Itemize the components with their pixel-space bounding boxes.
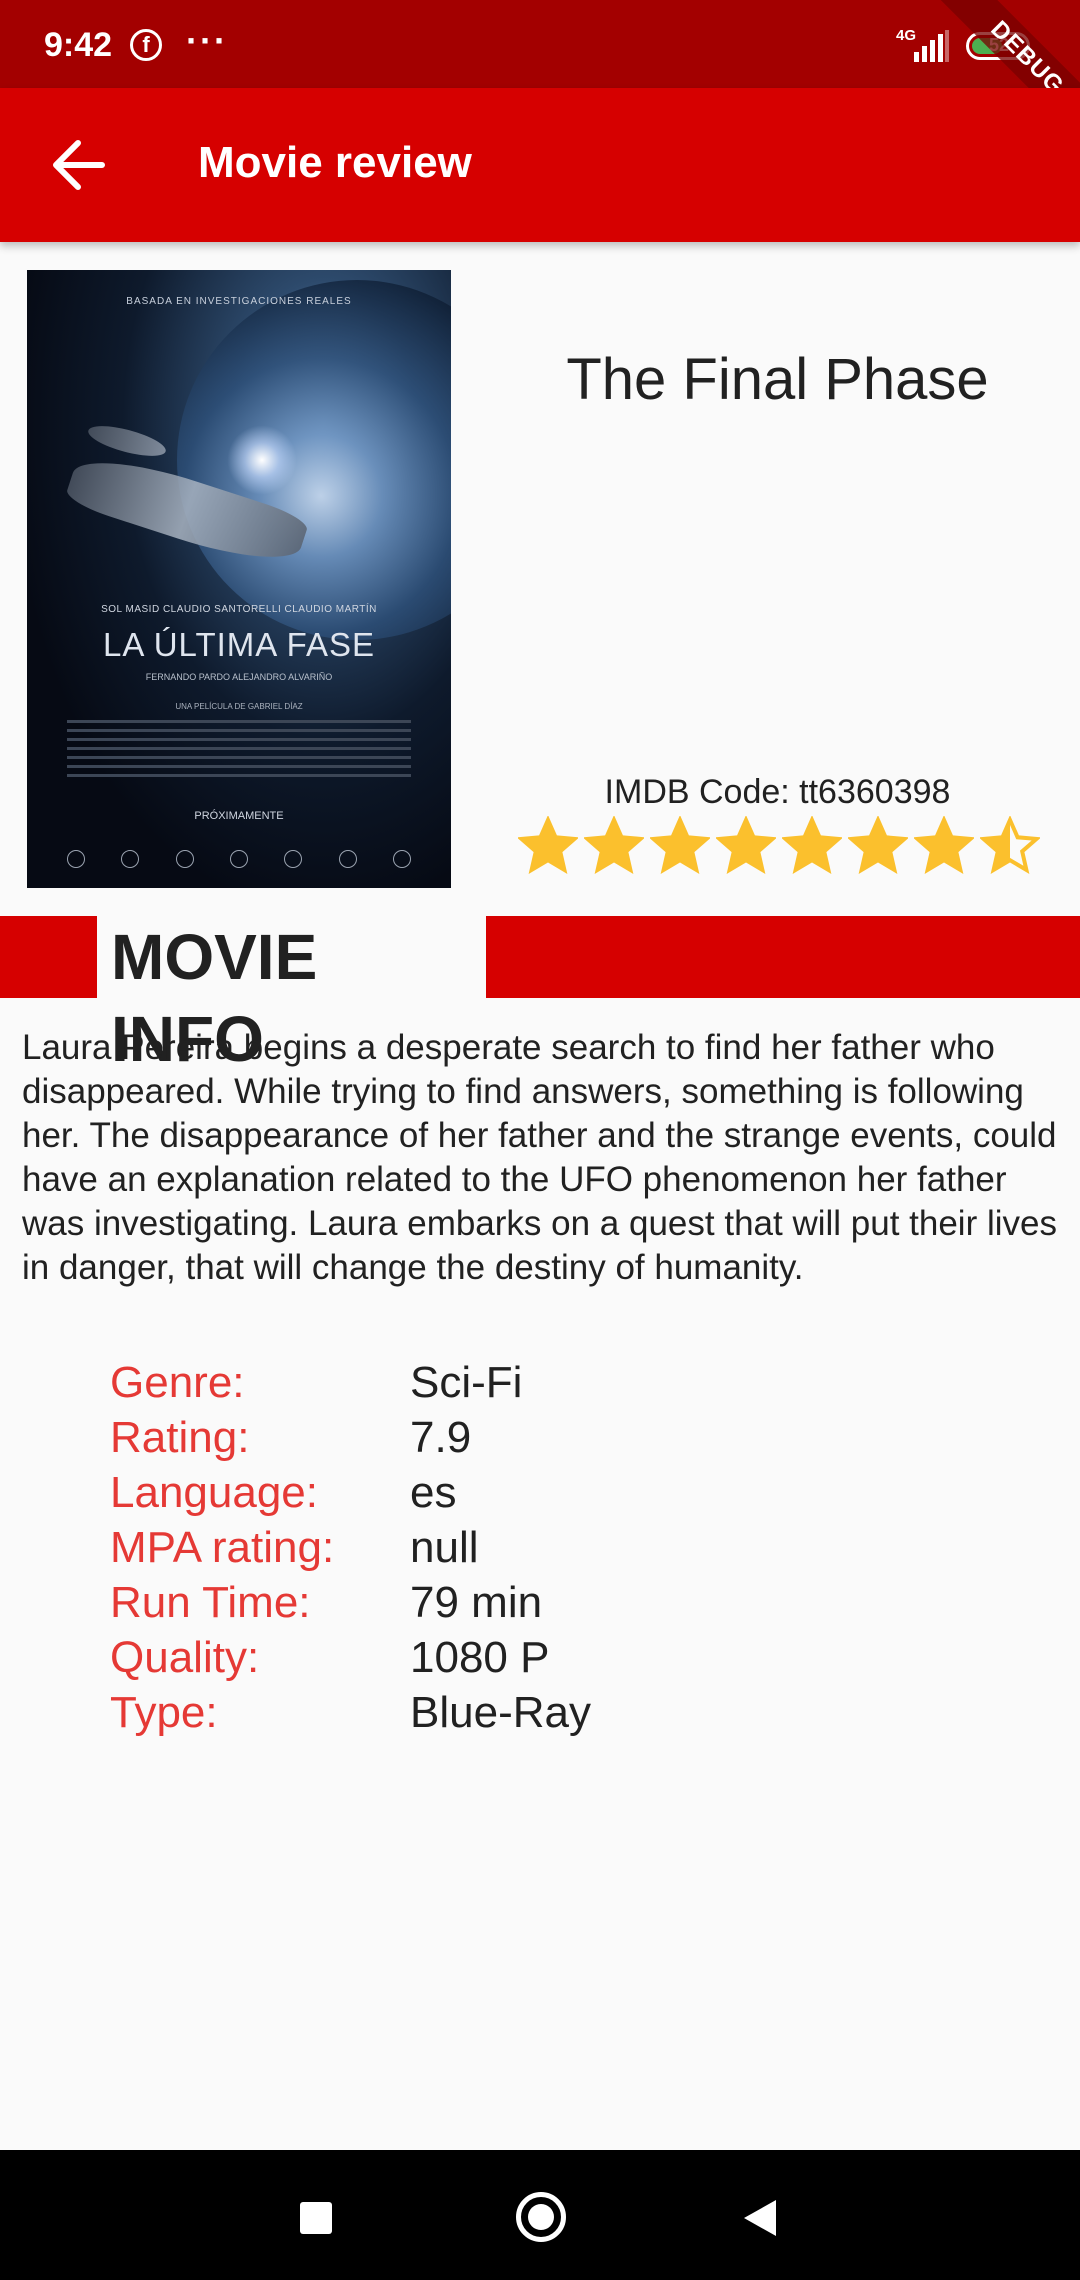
- info-value: Blue-Ray: [410, 1688, 591, 1737]
- imdb-code: IMDB Code: tt6360398: [604, 773, 951, 811]
- poster-title: LA ÚLTIMA FASE: [103, 626, 375, 663]
- poster-ship-small: [85, 420, 169, 462]
- star-full-icon: [782, 816, 842, 874]
- info-row-language: Language: es: [110, 1468, 710, 1523]
- info-key: Language:: [110, 1468, 318, 1517]
- movie-description: Laura Pereira begins a desperate search …: [22, 1028, 1057, 1287]
- info-row-type: Type: Blue-Ray: [110, 1688, 710, 1743]
- home-icon[interactable]: [516, 2192, 566, 2242]
- recent-apps-icon[interactable]: [300, 2202, 332, 2234]
- info-value: Sci-Fi: [410, 1358, 523, 1407]
- more-dots-icon: ···: [186, 20, 228, 61]
- star-full-icon: [650, 816, 710, 874]
- star-full-icon: [584, 816, 644, 874]
- info-row-genre: Genre: Sci-Fi: [110, 1358, 710, 1413]
- poster-tagline: BASADA EN INVESTIGACIONES REALES: [126, 296, 352, 307]
- info-value: 1080 P: [410, 1633, 550, 1682]
- info-value: es: [410, 1468, 457, 1517]
- app-bar: Movie review: [0, 88, 1080, 242]
- facebook-icon: f: [130, 29, 162, 61]
- info-key: Rating:: [110, 1413, 250, 1462]
- poster-logos: [67, 850, 411, 870]
- info-value: 79 min: [410, 1578, 543, 1627]
- poster-cast-secondary: FERNANDO PARDO ALEJANDRO ALVARIÑO: [145, 672, 333, 682]
- arrow-back-icon[interactable]: [40, 135, 116, 195]
- info-row-runtime: Run Time: 79 min: [110, 1578, 710, 1633]
- info-key: Quality:: [110, 1633, 260, 1682]
- star-half-icon: [980, 816, 1040, 874]
- movie-title: The Final Phase: [566, 347, 989, 412]
- star-full-icon: [716, 816, 776, 874]
- poster-planet: [177, 280, 451, 640]
- star-full-icon: [848, 816, 908, 874]
- info-row-quality: Quality: 1080 P: [110, 1633, 710, 1688]
- star-full-icon: [914, 816, 974, 874]
- poster-glow: [227, 425, 297, 495]
- back-icon[interactable]: [744, 2200, 776, 2236]
- section-header: MOVIE INFO: [0, 916, 1080, 1075]
- system-nav-bar: [0, 2150, 1080, 2280]
- info-key: Run Time:: [110, 1578, 311, 1627]
- info-value: null: [410, 1523, 479, 1572]
- movie-poster: BASADA EN INVESTIGACIONES REALES SOL MAS…: [27, 270, 451, 888]
- info-key: MPA rating:: [110, 1523, 335, 1572]
- info-key: Genre:: [110, 1358, 245, 1407]
- info-key: Type:: [110, 1688, 218, 1737]
- section-title: MOVIE INFO: [97, 916, 486, 1075]
- info-row-mpa-rating: MPA rating: null: [110, 1523, 710, 1578]
- info-row-rating: Rating: 7.9: [110, 1413, 710, 1468]
- info-value: 7.9: [410, 1413, 472, 1462]
- status-bar: 9:42 f ··· 4G 52 DEBUG: [0, 0, 1080, 154]
- poster-director: UNA PELÍCULA DE GABRIEL DÍAZ: [175, 702, 303, 711]
- poster-credits: [67, 720, 411, 790]
- status-time: 9:42: [44, 26, 113, 64]
- signal-icon: [914, 30, 949, 62]
- star-full-icon: [518, 816, 578, 874]
- poster-cast: SOL MASID CLAUDIO SANTORELLI CLAUDIO MAR…: [101, 604, 377, 615]
- page-title: Movie review: [198, 138, 472, 187]
- poster-coming-soon: PRÓXIMAMENTE: [194, 810, 284, 822]
